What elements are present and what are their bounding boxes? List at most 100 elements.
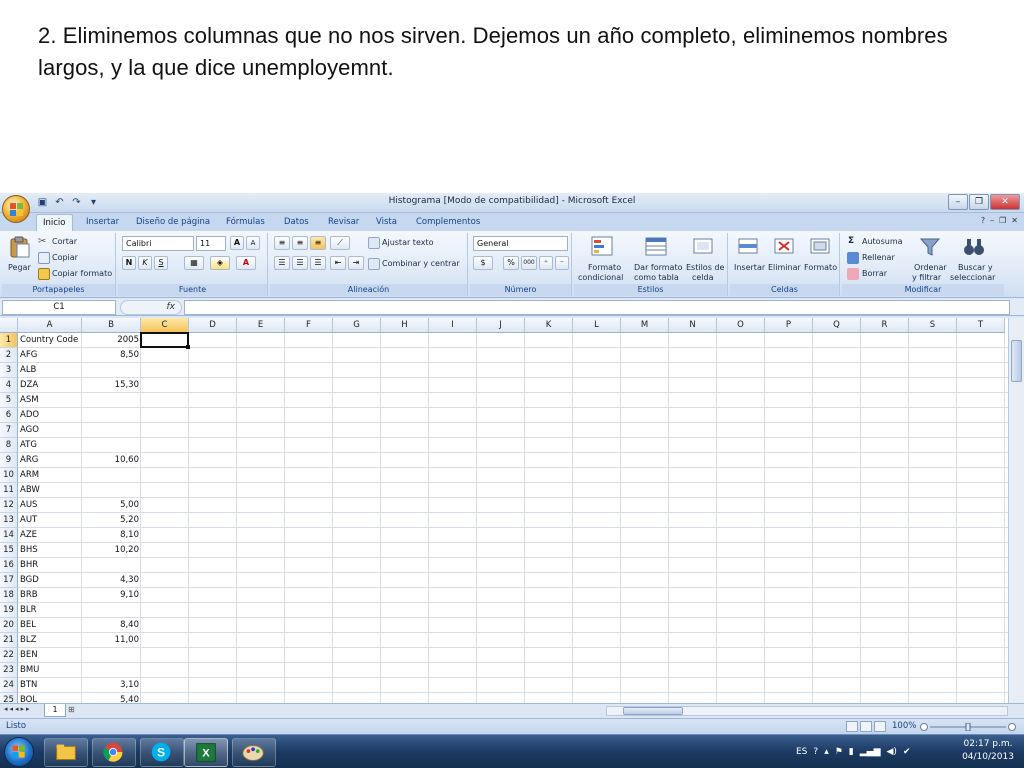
row-header[interactable]: 22 xyxy=(0,648,18,663)
tab-insertar[interactable]: Insertar xyxy=(80,214,125,231)
cell-country-code[interactable]: AUT xyxy=(20,513,80,528)
cell-country-code[interactable]: ALB xyxy=(20,363,80,378)
column-header[interactable]: J xyxy=(477,318,525,333)
row-header[interactable]: 20 xyxy=(0,618,18,633)
column-header[interactable]: G xyxy=(333,318,381,333)
tab-inicio[interactable]: Inicio xyxy=(36,214,73,231)
grow-font-button[interactable]: A xyxy=(230,236,244,250)
insert-cells-button[interactable]: Insertar xyxy=(734,263,765,272)
column-header[interactable]: Q xyxy=(813,318,861,333)
row-header[interactable]: 3 xyxy=(0,363,18,378)
tab-revisar[interactable]: Revisar xyxy=(322,214,365,231)
cell-value[interactable]: 2005 xyxy=(84,333,139,348)
cell-value[interactable]: 10,20 xyxy=(84,543,139,558)
cell-country-code[interactable]: ABW xyxy=(20,483,80,498)
action-center-icon[interactable]: ⚑ xyxy=(835,747,843,757)
help-tray-icon[interactable]: ? xyxy=(813,747,818,757)
paste-button[interactable]: Pegar xyxy=(8,263,31,272)
align-middle-button[interactable]: ≡ xyxy=(292,236,308,250)
cell-country-code[interactable]: BEL xyxy=(20,618,80,633)
row-header[interactable]: 18 xyxy=(0,588,18,603)
cell-country-code[interactable]: AUS xyxy=(20,498,80,513)
cell-country-code[interactable]: ARG xyxy=(20,453,80,468)
column-header[interactable]: M xyxy=(621,318,669,333)
minimize-button[interactable]: – xyxy=(948,194,968,210)
start-button[interactable] xyxy=(4,737,34,767)
thousands-button[interactable]: 000 xyxy=(521,256,537,270)
bold-button[interactable]: N xyxy=(122,256,136,270)
taskbar-excel[interactable]: X xyxy=(184,738,228,767)
close-button[interactable]: ✕ xyxy=(990,194,1020,210)
taskbar-paint[interactable] xyxy=(232,738,276,767)
row-header[interactable]: 19 xyxy=(0,603,18,618)
cell-country-code[interactable]: ASM xyxy=(20,393,80,408)
cell-country-code[interactable]: DZA xyxy=(20,378,80,393)
row-header[interactable]: 11 xyxy=(0,483,18,498)
column-header[interactable]: P xyxy=(765,318,813,333)
security-icon[interactable]: ✔ xyxy=(903,747,911,757)
row-header[interactable]: 13 xyxy=(0,513,18,528)
format-as-table-label-1[interactable]: Dar formato xyxy=(634,263,682,272)
cell-value[interactable]: 4,30 xyxy=(84,573,139,588)
network-icon[interactable]: ▂▄▆ xyxy=(860,747,881,757)
cell-country-code[interactable]: BOL xyxy=(20,693,80,703)
row-header[interactable]: 4 xyxy=(0,378,18,393)
cell-value[interactable]: 8,50 xyxy=(84,348,139,363)
cell-country-code[interactable]: Country Code xyxy=(20,333,80,348)
worksheet-grid[interactable]: A B C D E F G H I J K L M N O P Q R S T 1 Country Code 2005 2 AF… xyxy=(0,318,1008,703)
taskbar-clock[interactable]: 02:17 p.m. 04/10/2013 xyxy=(955,738,1021,764)
insert-sheet-icon[interactable]: ⊞ xyxy=(68,705,86,716)
column-header[interactable]: L xyxy=(573,318,621,333)
cell-country-code[interactable]: AGO xyxy=(20,423,80,438)
tab-complementos[interactable]: Complementos xyxy=(410,214,486,231)
cell-value[interactable] xyxy=(84,648,139,663)
cell-value[interactable] xyxy=(84,468,139,483)
taskbar-chrome[interactable] xyxy=(92,738,136,767)
ribbon-restore-icon[interactable]: ❐ xyxy=(999,216,1006,225)
underline-button[interactable]: S xyxy=(154,256,168,270)
cell-value[interactable]: 5,40 xyxy=(84,693,139,703)
sort-filter-label-1[interactable]: Ordenar xyxy=(914,263,947,272)
cell-value[interactable]: 11,00 xyxy=(84,633,139,648)
column-header[interactable]: C xyxy=(141,318,189,333)
column-header[interactable]: H xyxy=(381,318,429,333)
cell-value[interactable]: 8,40 xyxy=(84,618,139,633)
sort-filter-label-2[interactable]: y filtrar xyxy=(912,273,941,282)
cell-value[interactable] xyxy=(84,423,139,438)
row-header[interactable]: 12 xyxy=(0,498,18,513)
row-header[interactable]: 8 xyxy=(0,438,18,453)
increase-indent-button[interactable]: ⇥ xyxy=(348,256,364,270)
page-layout-view-icon[interactable] xyxy=(860,721,872,732)
merge-center-button[interactable]: Combinar y centrar xyxy=(382,259,460,268)
horizontal-scrollbar[interactable] xyxy=(606,706,1008,716)
column-header[interactable]: B xyxy=(82,318,141,333)
align-bottom-button[interactable]: ≡ xyxy=(310,236,326,250)
format-painter-button[interactable]: Copiar formato xyxy=(52,269,112,278)
align-right-button[interactable]: ☰ xyxy=(310,256,326,270)
cell-value[interactable] xyxy=(84,663,139,678)
cell-value[interactable]: 15,30 xyxy=(84,378,139,393)
cell-value[interactable]: 9,10 xyxy=(84,588,139,603)
borders-button[interactable]: ▦ xyxy=(184,256,204,270)
currency-button[interactable]: $ xyxy=(473,256,493,270)
cell-value[interactable]: 10,60 xyxy=(84,453,139,468)
cell-country-code[interactable]: ATG xyxy=(20,438,80,453)
tab-formulas[interactable]: Fórmulas xyxy=(220,214,271,231)
sheet-nav-arrows[interactable]: ◂◂◂▸▸ xyxy=(4,705,32,713)
conditional-format-label-2[interactable]: condicional xyxy=(578,273,623,282)
horizontal-scroll-thumb[interactable] xyxy=(623,707,683,715)
autosum-button[interactable]: Autosuma xyxy=(862,237,903,246)
column-header[interactable]: A xyxy=(18,318,82,333)
copy-button[interactable]: Copiar xyxy=(52,253,78,262)
cell-value[interactable]: 3,10 xyxy=(84,678,139,693)
percent-button[interactable]: % xyxy=(503,256,519,270)
help-icon[interactable]: ? xyxy=(981,216,985,225)
find-select-label-1[interactable]: Buscar y xyxy=(958,263,993,272)
cut-button[interactable]: Cortar xyxy=(52,237,77,246)
taskbar-skype[interactable]: S xyxy=(140,738,184,767)
cell-value[interactable] xyxy=(84,393,139,408)
cell-country-code[interactable]: ARM xyxy=(20,468,80,483)
conditional-format-label-1[interactable]: Formato xyxy=(588,263,621,272)
cell-value[interactable] xyxy=(84,408,139,423)
column-header[interactable]: S xyxy=(909,318,957,333)
